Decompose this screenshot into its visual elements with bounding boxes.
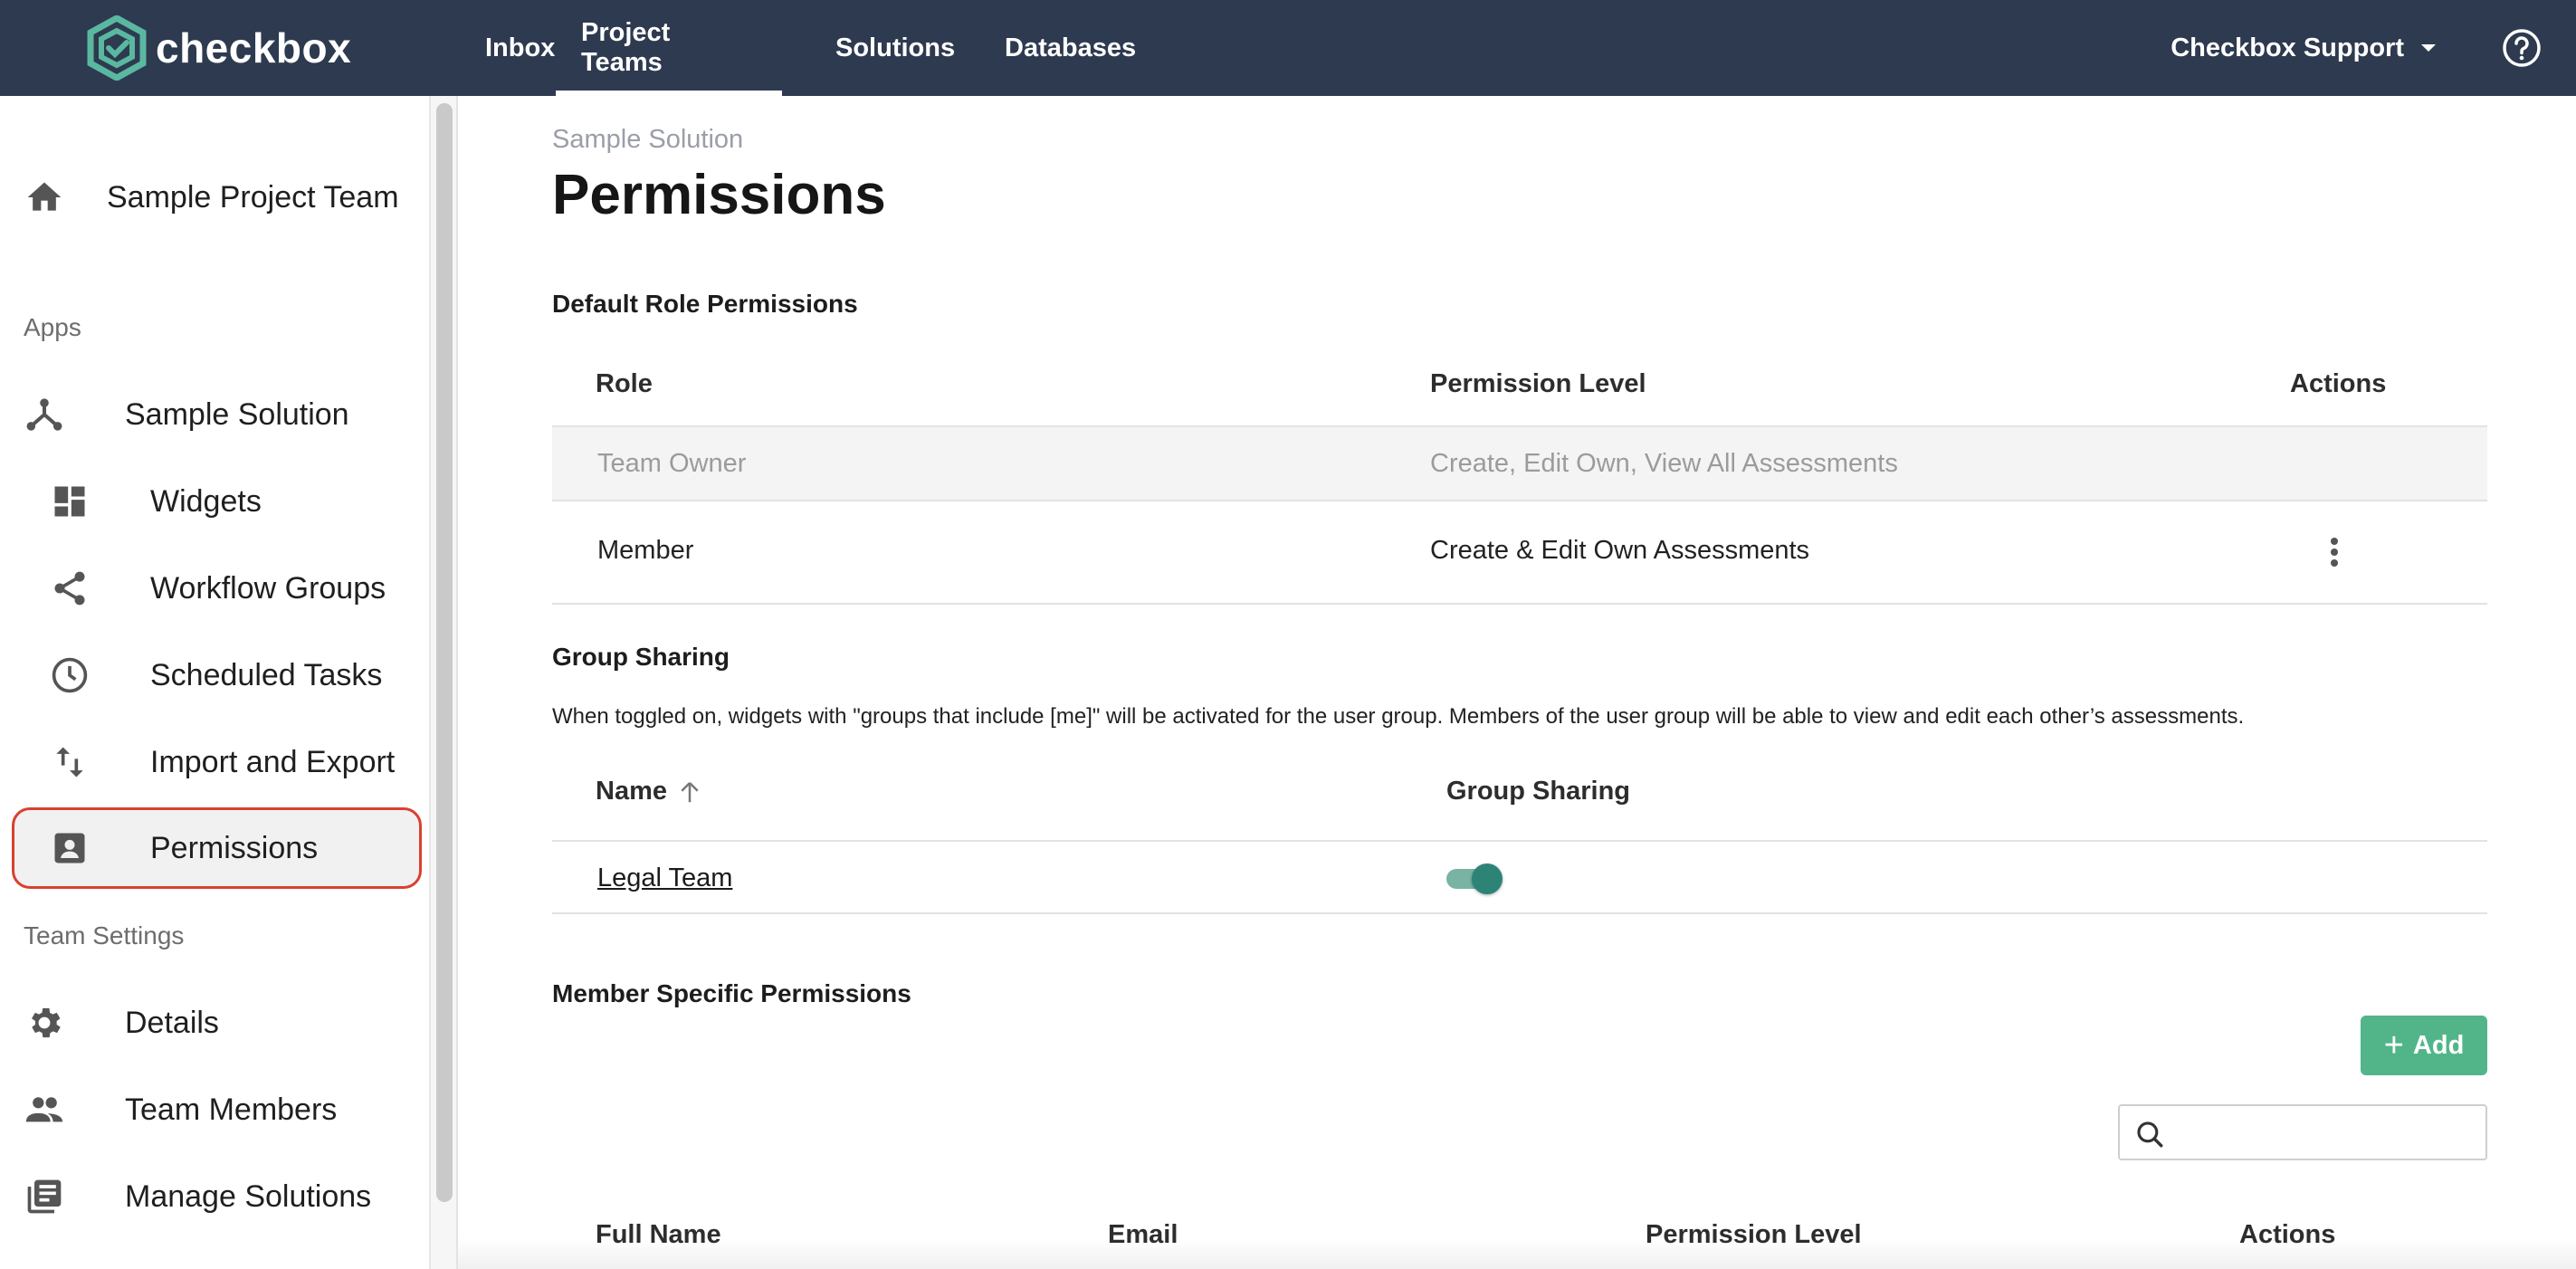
column-header-name[interactable]: Name xyxy=(596,777,703,806)
breadcrumb[interactable]: Sample Solution xyxy=(552,125,743,155)
nav-solutions[interactable]: Solutions xyxy=(835,0,955,96)
main-content: Sample Solution Permissions Default Role… xyxy=(458,96,2576,1269)
table-row-team-owner: Team Owner Create, Edit Own, View All As… xyxy=(552,427,2487,501)
brand-name: checkbox xyxy=(156,24,352,72)
sidebar-item-scheduled-tasks[interactable]: Scheduled Tasks xyxy=(0,639,429,711)
table-header-row: Role Permission Level Actions xyxy=(552,333,2487,427)
nav-inbox[interactable]: Inbox xyxy=(485,0,555,96)
table-row-member: Member Create & Edit Own Assessments xyxy=(552,501,2487,605)
sidebar-scrollbar-thumb[interactable] xyxy=(436,103,453,1202)
sidebar-item-label: Import and Export xyxy=(150,744,396,779)
sidebar-item-label: Permissions xyxy=(150,830,319,865)
sidebar-item-label: Workflow Groups xyxy=(150,570,386,606)
group-name-link[interactable]: Legal Team xyxy=(597,863,732,893)
sidebar-item-team-members[interactable]: Team Members xyxy=(0,1073,429,1146)
sidebar-item-label: Sample Project Team xyxy=(107,179,399,215)
group-sharing-table: Name Group Sharing Legal Team xyxy=(552,740,2487,1012)
column-header-permission-level: Permission Level xyxy=(1430,369,1646,398)
sidebar-item-label: Widgets xyxy=(150,483,262,519)
dashboard-icon xyxy=(49,481,91,522)
default-role-permissions-heading: Default Role Permissions xyxy=(552,290,858,318)
sidebar-item-details[interactable]: Details xyxy=(0,987,429,1059)
user-menu[interactable]: Checkbox Support xyxy=(2171,0,2438,96)
toggle-knob xyxy=(1472,863,1503,894)
fork-icon xyxy=(24,394,65,435)
default-role-permissions-table: Role Permission Level Actions Team Owner… xyxy=(552,333,2487,704)
sidebar-item-workflow-groups[interactable]: Workflow Groups xyxy=(0,552,429,625)
sidebar: Sample Project Team Apps Sample Solution… xyxy=(0,96,431,1269)
team-settings-heading: Team Settings xyxy=(24,921,185,949)
add-member-permission-button[interactable]: + Add xyxy=(2361,1016,2487,1075)
bottom-scroll-shadow xyxy=(458,1238,2576,1269)
sidebar-item-manage-solutions[interactable]: Manage Solutions xyxy=(0,1160,429,1233)
more-vertical-icon[interactable] xyxy=(2329,534,2340,570)
sidebar-item-import-export[interactable]: Import and Export xyxy=(0,726,429,798)
member-search[interactable] xyxy=(2118,1104,2487,1160)
sidebar-scrollbar[interactable] xyxy=(431,96,458,1269)
column-header-actions: Actions xyxy=(2290,369,2387,398)
nav-project-teams[interactable]: Project Teams xyxy=(556,0,782,96)
import-export-icon xyxy=(49,741,91,783)
group-sharing-description: When toggled on, widgets with "groups th… xyxy=(552,704,2245,729)
nav-databases[interactable]: Databases xyxy=(1005,0,1136,96)
sidebar-item-label: Sample Solution xyxy=(125,396,349,432)
sidebar-item-solution[interactable]: Sample Solution xyxy=(0,378,429,451)
table-row: Legal Team xyxy=(552,842,2487,914)
home-icon xyxy=(24,177,65,218)
column-header-name-label: Name xyxy=(596,777,667,806)
search-icon xyxy=(2137,1121,2163,1148)
arrow-up-icon xyxy=(681,781,699,802)
permission-level-cell: Create & Edit Own Assessments xyxy=(1430,536,1810,565)
brand-logo[interactable]: checkbox xyxy=(87,13,351,83)
top-navigation-bar: checkbox Inbox Project Teams Solutions D… xyxy=(0,0,2576,96)
sidebar-item-permissions[interactable]: Permissions xyxy=(12,807,422,889)
column-header-group-sharing: Group Sharing xyxy=(1446,777,1630,806)
sidebar-item-label: Manage Solutions xyxy=(125,1178,372,1214)
group-sharing-heading: Group Sharing xyxy=(552,643,730,671)
add-button-label: Add xyxy=(2412,1030,2465,1060)
caret-down-icon xyxy=(2421,44,2436,52)
role-cell: Team Owner xyxy=(597,449,747,478)
sidebar-item-team[interactable]: Sample Project Team xyxy=(0,161,429,234)
sidebar-item-label: Details xyxy=(125,1005,219,1040)
user-menu-label: Checkbox Support xyxy=(2171,33,2404,62)
permission-level-cell: Create, Edit Own, View All Assessments xyxy=(1430,449,1898,478)
apps-heading: Apps xyxy=(24,313,81,341)
clock-icon xyxy=(49,654,91,696)
search-input[interactable] xyxy=(2174,1113,2473,1153)
column-header-role: Role xyxy=(596,369,653,398)
share-icon xyxy=(49,568,91,609)
role-cell: Member xyxy=(597,536,694,565)
group-sharing-toggle[interactable] xyxy=(1446,863,1503,894)
people-icon xyxy=(24,1089,65,1131)
page-title: Permissions xyxy=(552,164,886,226)
contact-card-icon xyxy=(49,827,91,869)
member-specific-permissions-heading: Member Specific Permissions xyxy=(552,979,911,1007)
sidebar-item-label: Scheduled Tasks xyxy=(150,657,383,692)
plus-icon: + xyxy=(2383,1026,2404,1064)
sidebar-item-label: Team Members xyxy=(125,1092,338,1127)
question-circle-icon[interactable] xyxy=(2500,26,2543,70)
library-books-icon xyxy=(24,1176,65,1217)
sidebar-item-widgets[interactable]: Widgets xyxy=(0,465,429,538)
table-header-row: Name Group Sharing xyxy=(552,740,2487,842)
checkbox-hexagon-logo-icon xyxy=(87,15,147,81)
gear-icon xyxy=(24,1002,65,1044)
